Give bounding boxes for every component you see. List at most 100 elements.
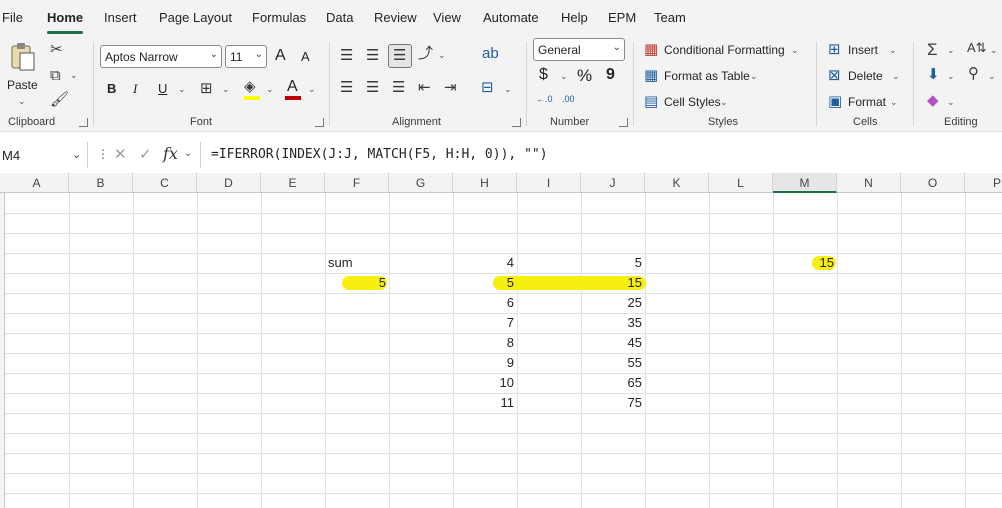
chevron-down-icon[interactable]: ⌄ — [560, 71, 568, 82]
column-header-b[interactable]: B — [69, 173, 133, 193]
decrease-indent-icon[interactable]: ⇤ — [418, 80, 431, 95]
insert-function-icon[interactable]: fx — [163, 144, 178, 163]
currency-icon[interactable]: $ — [539, 66, 548, 84]
chevron-down-icon[interactable]: ⌄ — [720, 97, 728, 108]
cell-h7[interactable]: 7 — [453, 313, 517, 333]
conditional-formatting-button[interactable]: Conditional Formatting — [664, 43, 785, 57]
column-header-l[interactable]: L — [709, 173, 773, 193]
column-header-e[interactable]: E — [261, 173, 325, 193]
column-header-c[interactable]: C — [133, 173, 197, 193]
cell-j4[interactable]: 5 — [581, 253, 645, 273]
paste-button[interactable]: Paste ⌄ — [4, 40, 40, 106]
orientation-icon[interactable]: ⤴ — [418, 46, 433, 61]
decrease-font-icon[interactable]: A — [301, 49, 310, 64]
column-header-i[interactable]: I — [517, 173, 581, 193]
cell-j7[interactable]: 35 — [581, 313, 645, 333]
cancel-icon[interactable]: ✕ — [114, 145, 127, 163]
cell-f4[interactable]: sum — [328, 253, 389, 273]
cell-j8[interactable]: 45 — [581, 333, 645, 353]
column-header-k[interactable]: K — [645, 173, 709, 193]
number-format-select[interactable]: General ⌄ — [533, 38, 625, 61]
chevron-down-icon[interactable]: ⌄ — [438, 50, 446, 61]
autosum-icon[interactable]: Σ — [927, 41, 938, 58]
chevron-down-icon[interactable]: ⌄ — [222, 84, 230, 95]
sort-filter-icon[interactable]: A⇅ — [967, 41, 987, 54]
borders-icon[interactable]: ⊞ — [200, 81, 213, 96]
tab-team[interactable]: Team — [654, 10, 686, 25]
chevron-down-icon[interactable]: ⌄ — [990, 45, 998, 56]
number-launcher-icon[interactable] — [619, 118, 628, 127]
chevron-down-icon[interactable]: ⌄ — [750, 71, 758, 82]
tab-data[interactable]: Data — [326, 10, 353, 25]
tab-review[interactable]: Review — [374, 10, 417, 25]
chevron-down-icon[interactable]: ⌄ — [892, 71, 900, 82]
clipboard-launcher-icon[interactable] — [79, 118, 88, 127]
cell-j9[interactable]: 55 — [581, 353, 645, 373]
cell-area[interactable]: sum 5 4 5 6 7 8 9 10 11 5 15 25 35 45 55… — [0, 193, 1002, 508]
chevron-down-icon[interactable]: ⌄ — [988, 71, 996, 82]
cell-h5[interactable]: 5 — [453, 273, 517, 293]
align-bottom-button[interactable]: ☰ — [388, 44, 412, 68]
column-header-m[interactable]: M — [773, 173, 837, 193]
cell-j10[interactable]: 65 — [581, 373, 645, 393]
chevron-down-icon[interactable]: ⌄ — [72, 148, 81, 161]
column-header-p[interactable]: P — [965, 173, 1002, 193]
wrap-text-icon[interactable]: ab — [482, 46, 499, 61]
more-options-icon[interactable]: ⋮ — [97, 147, 109, 161]
cell-h8[interactable]: 8 — [453, 333, 517, 353]
align-right-icon[interactable]: ☰ — [392, 80, 405, 95]
tab-help[interactable]: Help — [561, 10, 588, 25]
clear-icon[interactable]: ◆ — [927, 93, 939, 108]
column-header-d[interactable]: D — [197, 173, 261, 193]
chevron-down-icon[interactable]: ⌄ — [947, 71, 955, 82]
chevron-down-icon[interactable]: ⌄ — [184, 148, 192, 159]
chevron-down-icon[interactable]: ⌄ — [178, 84, 186, 95]
tab-page-layout[interactable]: Page Layout — [159, 10, 232, 25]
underline-button[interactable]: U — [158, 81, 167, 96]
align-middle-icon[interactable]: ☰ — [366, 48, 379, 63]
insert-cells-button[interactable]: Insert — [848, 43, 878, 57]
cell-j6[interactable]: 25 — [581, 293, 645, 313]
fill-icon[interactable]: ⬇ — [927, 67, 940, 82]
format-as-table-button[interactable]: Format as Table — [664, 69, 750, 83]
column-header-g[interactable]: G — [389, 173, 453, 193]
column-header-j[interactable]: J — [581, 173, 645, 193]
align-left-icon[interactable]: ☰ — [340, 80, 353, 95]
enter-icon[interactable]: ✓ — [139, 145, 152, 163]
chevron-down-icon[interactable]: ⌄ — [947, 45, 955, 56]
cell-h4[interactable]: 4 — [453, 253, 517, 273]
find-select-icon[interactable]: ⚲ — [968, 66, 979, 81]
tab-formulas[interactable]: Formulas — [252, 10, 306, 25]
increase-font-icon[interactable]: A — [275, 47, 286, 65]
tab-file[interactable]: File — [2, 10, 23, 25]
increase-decimal-icon[interactable]: ←.0 — [536, 94, 553, 104]
name-box[interactable]: M4 ⌄ — [0, 142, 88, 168]
column-header-a[interactable]: A — [5, 173, 69, 193]
cell-j11[interactable]: 75 — [581, 393, 645, 413]
tab-epm[interactable]: EPM — [608, 10, 636, 25]
copy-icon[interactable]: ⧉ — [50, 68, 61, 83]
font-name-select[interactable]: Aptos Narrow ⌄ — [100, 45, 222, 68]
cell-j5[interactable]: 15 — [581, 273, 645, 293]
fill-color-icon[interactable]: ◈ — [244, 79, 256, 94]
tab-insert[interactable]: Insert — [104, 10, 137, 25]
percent-icon[interactable]: % — [577, 66, 592, 86]
bold-button[interactable]: B — [107, 81, 116, 96]
column-header-h[interactable]: H — [453, 173, 517, 193]
cell-h6[interactable]: 6 — [453, 293, 517, 313]
cell-h10[interactable]: 10 — [453, 373, 517, 393]
chevron-down-icon[interactable]: ⌄ — [308, 84, 316, 95]
chevron-down-icon[interactable]: ⌄ — [504, 84, 512, 95]
font-size-select[interactable]: 11 ⌄ — [225, 45, 267, 68]
chevron-down-icon[interactable]: ⌄ — [889, 45, 897, 56]
worksheet-grid[interactable]: A B C D E F G H I J K L M N O P sum 5 4 … — [0, 173, 1002, 508]
format-cells-button[interactable]: Format — [848, 95, 886, 109]
column-header-o[interactable]: O — [901, 173, 965, 193]
tab-home[interactable]: Home — [47, 10, 83, 25]
column-header-n[interactable]: N — [837, 173, 901, 193]
cell-h11[interactable]: 11 — [453, 393, 517, 413]
merge-center-icon[interactable]: ⊟ — [481, 80, 494, 95]
tab-automate[interactable]: Automate — [483, 10, 539, 25]
formula-input[interactable]: =IFERROR(INDEX(J:J, MATCH(F5, H:H, 0)), … — [200, 142, 1002, 168]
chevron-down-icon[interactable]: ⌄ — [890, 97, 898, 108]
